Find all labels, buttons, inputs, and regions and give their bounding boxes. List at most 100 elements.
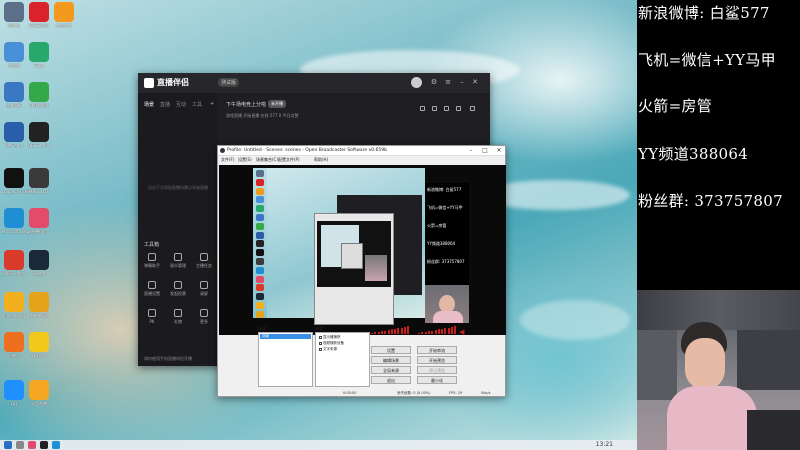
checkbox-icon[interactable]: [319, 335, 322, 339]
desktop-icon-obs[interactable]: OBS Studio: [27, 122, 51, 148]
overlay-plane: 飞机=微信+YY马甲: [638, 51, 776, 69]
close-icon[interactable]: ✕: [494, 146, 504, 155]
desktop-icon-this-pc[interactable]: 此电脑: [2, 42, 26, 68]
add-scene-icon[interactable]: +: [210, 101, 214, 107]
tool-item[interactable]: 弹幕助手: [142, 253, 162, 269]
source-item[interactable]: 显示器捕获: [319, 335, 341, 340]
room-title[interactable]: 下午场电竞上分啦: [226, 101, 266, 108]
tool-item[interactable]: 更多: [194, 309, 214, 325]
overlay-panel: 新浪微博: 白鲨577 飞机=微信+YY马甲 火箭=房管 YY频道388064 …: [637, 0, 800, 290]
tab-live[interactable]: 直播: [160, 101, 170, 108]
minimize-button[interactable]: 最小化: [417, 376, 457, 384]
preview-mini-icon: [256, 293, 264, 301]
global-sources-button[interactable]: 全局来源: [371, 366, 411, 374]
settings-icon[interactable]: ⚙: [430, 78, 438, 86]
minimize-icon[interactable]: –: [466, 146, 476, 155]
taskbar-obs-icon[interactable]: [40, 441, 48, 449]
chat-icon[interactable]: [456, 106, 461, 111]
menu-profile[interactable]: 配置文件(P): [278, 157, 300, 163]
desktop-icon-qq-penguin[interactable]: QQ: [2, 380, 26, 406]
scenes-list[interactable]: 场景: [258, 332, 313, 387]
desktop-icon-qq[interactable]: Tencent QQ: [2, 292, 26, 318]
sources-list[interactable]: 显示器捕获 视频捕获设备 文字来源: [315, 332, 370, 387]
desktop-icon-control-panel[interactable]: 控制面板: [2, 82, 26, 108]
desktop-icon-logitech[interactable]: Logitech G HUB: [2, 168, 33, 194]
desktop-icon-recycle-bin[interactable]: 回收站: [2, 2, 26, 28]
live-app-titlebar: 直播伴侣 测试版 ⚙ ≡ – ✕: [138, 73, 490, 93]
tool-item[interactable]: 发起投票: [168, 281, 188, 297]
desktop-icon-wegame[interactable]: WeGame: [2, 122, 26, 148]
desktop-icon-edge[interactable]: Edge: [27, 42, 51, 68]
exit-button[interactable]: 退出: [371, 376, 411, 384]
share-icon[interactable]: [420, 106, 425, 111]
desktop-icon-emulator[interactable]: 夜神模拟器: [27, 292, 51, 318]
maximize-icon[interactable]: □: [480, 146, 490, 155]
desktop-icon-netease-music[interactable]: 网易云音乐: [27, 2, 51, 28]
desktop-icon-browser[interactable]: 360浏览器: [27, 82, 51, 108]
obs-preview[interactable]: 新浪微博: 白鲨577 飞机=微信+YY马甲 火箭=房管 YY频道388064 …: [219, 165, 506, 335]
source-item[interactable]: 视频捕获设备: [319, 341, 344, 346]
desktop-volume-meter[interactable]: [418, 326, 458, 334]
desktop-icon-game[interactable]: 火柴人: [2, 332, 26, 358]
checkbox-icon[interactable]: [319, 341, 322, 345]
meter-bar: [390, 329, 393, 334]
tab-tools[interactable]: 工具: [192, 101, 202, 108]
desktop-icon-douyu[interactable]: 斗鱼直播: [27, 380, 51, 406]
preview-overlay-line: 火箭=房管: [427, 223, 447, 228]
qq-game-icon: [29, 332, 49, 352]
meter-bar: [441, 328, 444, 334]
taskbar-edge-icon[interactable]: [52, 441, 60, 449]
start-stream-button[interactable]: 开始串流: [417, 346, 457, 354]
start-icon[interactable]: [4, 441, 12, 449]
tool-item[interactable]: 主播任务: [194, 253, 214, 269]
source-item[interactable]: 文字来源: [319, 347, 337, 352]
desktop-icon-wps[interactable]: WPS Office: [2, 250, 26, 276]
tool-item[interactable]: 录屏: [194, 281, 214, 297]
desktop-icon-live-companion[interactable]: 直播伴侣: [27, 208, 51, 234]
preview-mini-icon: [256, 258, 264, 265]
tool-item[interactable]: 礼物: [168, 309, 188, 325]
help-link[interactable]: 如何使用手机直播伴侣开播: [144, 356, 192, 362]
desktop-icon-qq-game[interactable]: QQ游戏: [27, 332, 51, 358]
meter-bar: [427, 331, 430, 334]
settings-button[interactable]: 设置: [371, 346, 411, 354]
checkbox-icon[interactable]: [319, 347, 322, 351]
scene-item[interactable]: 场景: [260, 334, 311, 339]
stop-preview-button[interactable]: 停止预览: [417, 366, 457, 374]
desktop-icon-pubg[interactable]: 绝地求生: [52, 2, 76, 28]
desktop-icon-label: Edge: [33, 63, 45, 68]
tool-item[interactable]: 观众管理: [168, 253, 188, 269]
close-icon[interactable]: ✕: [471, 78, 479, 86]
preview-overlay-line: 新浪微博: 白鲨577: [427, 187, 462, 192]
more-icon[interactable]: [470, 106, 475, 111]
menu-icon[interactable]: ≡: [444, 78, 452, 86]
minimize-icon[interactable]: –: [458, 78, 466, 86]
clock[interactable]: 13:21: [596, 441, 613, 448]
lock-icon[interactable]: [432, 106, 437, 111]
tab-scene[interactable]: 场景: [144, 101, 154, 108]
obs-menubar: 文件(F) 设置(S) 场景集合(C) 配置文件(P) 帮助(H): [218, 156, 505, 164]
desktop-icon-ms-edge[interactable]: Microsoft Edge: [2, 208, 32, 234]
tool-label: 礼物: [174, 319, 182, 324]
overlay-yy-channel: YY频道388064: [638, 145, 749, 163]
preview-nested-obs: [341, 243, 363, 269]
tool-item[interactable]: PK: [142, 309, 162, 324]
menu-help[interactable]: 帮助(H): [314, 157, 328, 163]
menu-file[interactable]: 文件(F): [221, 157, 234, 163]
tool-item[interactable]: 直播设置: [142, 281, 162, 297]
tool-label: 录屏: [200, 291, 208, 296]
avatar[interactable]: [411, 77, 422, 88]
speaker-icon[interactable]: ◀: [459, 328, 465, 336]
notification-icon[interactable]: [444, 106, 449, 111]
search-icon[interactable]: [16, 441, 24, 449]
edit-scene-button[interactable]: 编辑场景: [371, 356, 411, 364]
menu-scene-collection[interactable]: 场景集合(C): [256, 157, 278, 163]
desktop-icon-pubg-lite[interactable]: PUBG LITE: [27, 168, 51, 194]
mic-volume-meter[interactable]: [371, 326, 411, 334]
menu-settings[interactable]: 设置(S): [238, 157, 252, 163]
start-preview-button[interactable]: 开始预览: [417, 356, 457, 364]
desktop-icon-steam[interactable]: Steam: [27, 250, 51, 276]
taskbar-live-app-icon[interactable]: [28, 441, 36, 449]
preview-mini-icon: [256, 302, 264, 309]
tab-interact[interactable]: 互动: [176, 101, 186, 108]
